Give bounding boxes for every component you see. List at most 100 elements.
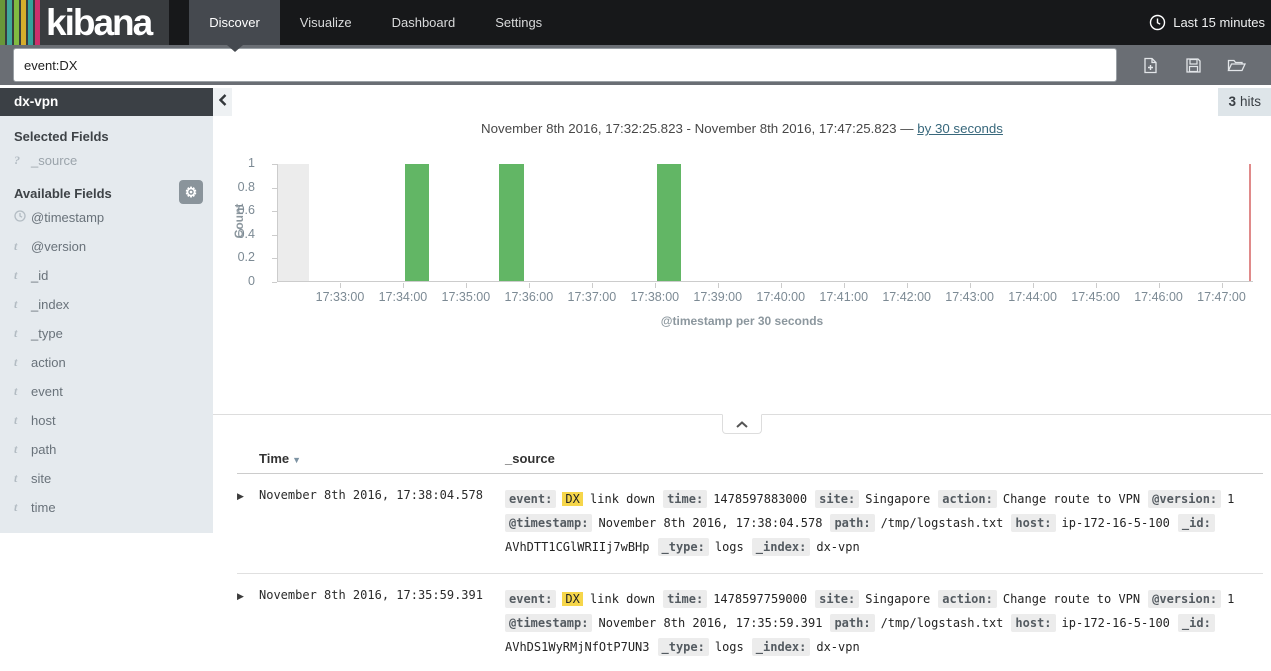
x-tick-label: 17:34:00 [379,290,428,304]
selected-fields-heading: Selected Fields [14,129,199,144]
field-name: _type [31,326,63,341]
x-tick-label: 17:40:00 [756,290,805,304]
document-row: ▶November 8th 2016, 17:38:04.578event:DX… [237,474,1263,574]
field-item-action[interactable]: taction [0,348,213,377]
logo-stripe [7,0,12,45]
date-field-icon [14,210,31,226]
source-field-pair: _type:logs [658,540,744,554]
kibana-discover-page: kibana DiscoverVisualizeDashboardSetting… [0,0,1271,671]
field-name-badge: action: [938,490,997,508]
collapse-histogram-button[interactable] [722,414,762,434]
logo-stripe [21,0,26,45]
nav-item-dashboard[interactable]: Dashboard [372,0,476,45]
discover-main: November 8th 2016, 17:32:25.823 - Novemb… [213,85,1271,671]
field-item-site[interactable]: tsite [0,464,213,493]
x-tick-mark [529,283,530,288]
field-name-badge: @timestamp: [505,614,592,632]
histogram-bar[interactable] [657,164,681,281]
source-field-pair: path:/tmp/logstash.txt [830,616,1003,630]
partial-bucket-shade [278,164,309,281]
chevron-up-icon [736,415,748,433]
interval-link[interactable]: by 30 seconds [917,121,1003,136]
field-item-index[interactable]: t_index [0,290,213,319]
field-name-badge: _type: [658,538,709,556]
field-item-type[interactable]: t_type [0,319,213,348]
field-name-badge: site: [815,490,859,508]
field-name-badge: _type: [658,638,709,656]
x-tick-mark [466,283,467,288]
field-item-timestamp[interactable]: @timestamp [0,203,213,232]
y-tick-mark [272,235,277,236]
x-tick-mark [970,283,971,288]
field-name-badge: @timestamp: [505,514,592,532]
y-tick-label: 0 [205,274,255,288]
highlighted-term: DX [562,492,582,506]
source-field-pair: _type:logs [658,640,744,654]
field-name: path [31,442,56,457]
field-name-badge: path: [830,514,874,532]
sort-caret-icon[interactable]: ▼ [292,455,301,465]
string-field-icon: t [14,297,31,312]
field-name: action [31,355,66,370]
histogram-bar[interactable] [499,164,523,281]
nav-item-visualize[interactable]: Visualize [280,0,372,45]
field-item-source[interactable]: ?_source [0,146,213,175]
nav-item-discover[interactable]: Discover [189,0,280,45]
y-tick-label: 0.6 [205,203,255,217]
kibana-logo[interactable]: kibana [0,0,169,45]
field-name-badge: time: [663,490,707,508]
histogram-bar[interactable] [405,164,429,281]
source-field-pair: site:Singapore [815,492,930,506]
field-settings-gear-icon[interactable]: ⚙ [179,180,203,204]
source-field-pair: event:DX link down [505,492,655,506]
logo-stripe [28,0,33,45]
field-item-time[interactable]: ttime [0,493,213,522]
nav-item-settings[interactable]: Settings [475,0,562,45]
string-field-icon: t [14,471,31,486]
expand-row-icon[interactable]: ▶ [237,487,259,559]
open-search-icon[interactable] [1227,57,1246,74]
hits-badge: 3hits [1218,88,1271,116]
field-name-badge: event: [505,590,556,608]
string-field-icon: t [14,500,31,515]
new-search-icon[interactable] [1142,57,1159,74]
field-item-id[interactable]: t_id [0,261,213,290]
save-search-icon[interactable] [1185,57,1202,74]
content-area: dx-vpn Selected Fields ?_source Availabl… [0,85,1271,671]
row-source: event:DX link down time:1478597883000 site… [505,487,1263,559]
top-navbar: kibana DiscoverVisualizeDashboardSetting… [0,0,1271,45]
column-header-time[interactable]: Time▼ [259,451,505,466]
field-item-event[interactable]: tevent [0,377,213,406]
x-tick-label: 17:44:00 [1008,290,1057,304]
source-field-pair: event:DX link down [505,592,655,606]
field-item-path[interactable]: tpath [0,435,213,464]
x-tick-label: 17:41:00 [819,290,868,304]
search-input[interactable] [13,48,1117,82]
fields-sidebar: dx-vpn Selected Fields ?_source Availabl… [0,88,213,533]
source-field-pair: time:1478597883000 [663,492,807,506]
time-picker[interactable]: Last 15 minutes [1149,0,1271,45]
x-tick-mark [655,283,656,288]
field-item-version[interactable]: t@version [0,232,213,261]
string-field-icon: t [14,413,31,428]
x-tick-label: 17:36:00 [505,290,554,304]
field-name: site [31,471,51,486]
y-tick-label: 0.4 [205,227,255,241]
field-name: event [31,384,63,399]
field-name-badge: host: [1011,514,1055,532]
search-toolbar [1117,57,1271,74]
field-name-badge: path: [830,614,874,632]
logo-stripe [14,0,19,45]
x-tick-label: 17:33:00 [316,290,365,304]
field-name: _source [31,153,77,168]
field-name: _id [31,268,48,283]
highlighted-term: DX [562,592,582,606]
source-field-pair: host:ip-172-16-5-100 [1011,516,1170,530]
x-tick-label: 17:42:00 [882,290,931,304]
collapse-sidebar-button[interactable] [213,88,232,116]
field-item-host[interactable]: thost [0,406,213,435]
expand-row-icon[interactable]: ▶ [237,587,259,659]
y-tick-mark [272,164,277,165]
document-row: ▶November 8th 2016, 17:35:59.391event:DX… [237,574,1263,671]
index-pattern-selector[interactable]: dx-vpn [0,88,213,116]
